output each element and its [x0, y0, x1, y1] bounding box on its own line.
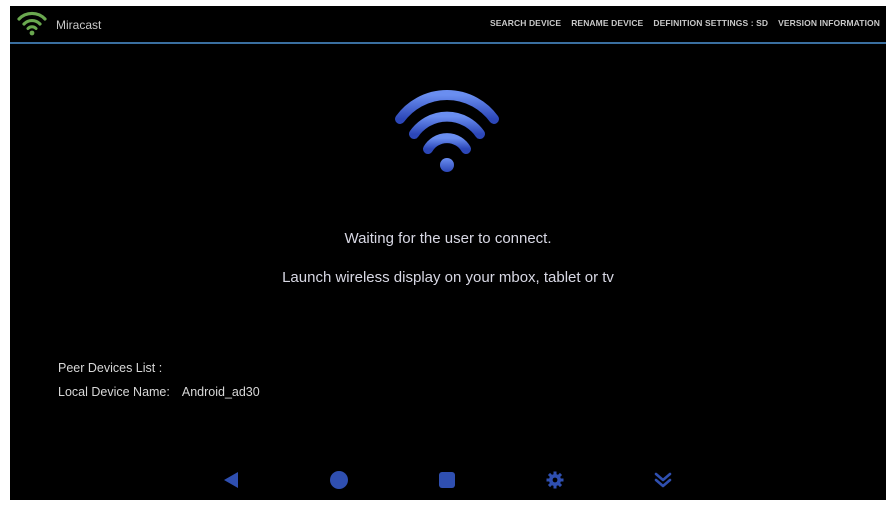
- home-button[interactable]: [327, 468, 351, 492]
- local-device-name-row: Local Device Name: Android_ad30: [58, 385, 260, 399]
- home-icon: [330, 471, 348, 489]
- local-device-label: Local Device Name:: [58, 385, 170, 399]
- title-bar: Miracast SEARCH DEVICE RENAME DEVICE DEF…: [10, 6, 886, 44]
- version-information-button[interactable]: VERSION INFORMATION: [778, 18, 880, 28]
- peer-devices-label: Peer Devices List :: [58, 361, 163, 375]
- recents-button[interactable]: [435, 468, 459, 492]
- settings-button[interactable]: [543, 468, 567, 492]
- definition-settings-button[interactable]: DEFINITION SETTINGS : SD: [653, 18, 768, 28]
- top-menu: SEARCH DEVICE RENAME DEVICE DEFINITION S…: [490, 18, 880, 28]
- launch-instruction: Launch wireless display on your mbox, ta…: [282, 269, 614, 286]
- waiting-message: Waiting for the user to connect.: [344, 230, 552, 247]
- rename-device-button[interactable]: RENAME DEVICE: [571, 18, 643, 28]
- recents-icon: [439, 472, 455, 488]
- wifi-icon: [395, 89, 499, 172]
- settings-icon: [546, 471, 564, 489]
- back-icon: [224, 472, 238, 488]
- search-device-button[interactable]: SEARCH DEVICE: [490, 18, 561, 28]
- miracast-screen: Miracast SEARCH DEVICE RENAME DEVICE DEF…: [10, 6, 886, 500]
- expand-down-icon: [654, 472, 672, 488]
- wifi-icon: [17, 11, 47, 36]
- expand-button[interactable]: [651, 468, 675, 492]
- local-device-value: Android_ad30: [181, 385, 260, 399]
- app-title: Miracast: [56, 18, 102, 32]
- navigation-bar: [10, 458, 886, 500]
- back-button[interactable]: [219, 468, 243, 492]
